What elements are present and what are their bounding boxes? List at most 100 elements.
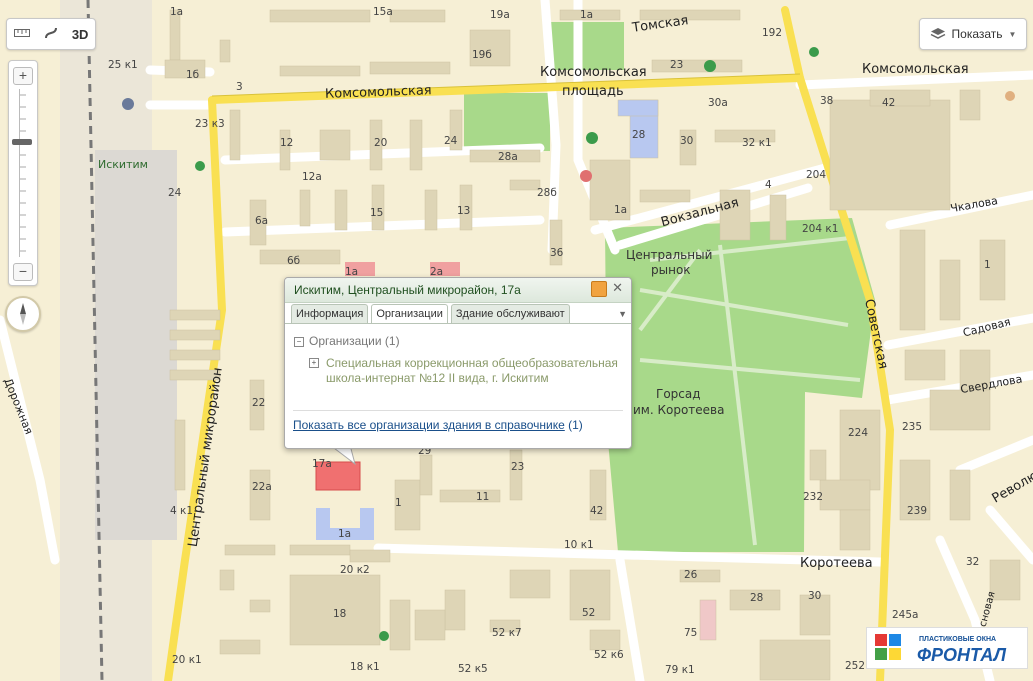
house-number: 52 [582, 607, 595, 619]
house-number: 224 [848, 427, 868, 439]
house-number: 20 [374, 137, 387, 149]
house-number: 204 [806, 169, 826, 181]
house-number: 12а [302, 171, 322, 183]
zoom-control: + − [8, 60, 38, 286]
house-number: 20 к1 [172, 654, 202, 666]
street-komsomolskaya-east: Комсомольская [862, 62, 969, 77]
place-icon[interactable] [1005, 91, 1015, 101]
house-number: 22а [252, 481, 272, 493]
ruler-icon[interactable] [13, 27, 30, 41]
house-number: 1а [580, 9, 593, 21]
layers-label: Показать [951, 27, 1003, 41]
compass-icon[interactable] [5, 296, 41, 332]
house-number: 17а [312, 458, 332, 470]
bus-station-icon[interactable] [122, 98, 134, 110]
tab-more-icon[interactable]: ▼ [618, 309, 627, 319]
house-number: 52 к7 [492, 627, 522, 639]
house-number: 1а [338, 528, 351, 540]
house-number: 3 [236, 81, 243, 93]
route-icon[interactable] [43, 25, 59, 44]
house-number: 32 к1 [742, 137, 772, 149]
advertisement-banner[interactable]: ПЛАСТИКОВЫЕ ОКНА ФРОНТАЛ [866, 627, 1028, 669]
house-number: 19б [472, 49, 492, 61]
popup-tabs: Информация Организации Здание обслуживаю… [291, 304, 570, 324]
house-number: 15 [370, 207, 383, 219]
house-number: 75 [684, 627, 697, 639]
house-number: 28б [537, 187, 557, 199]
3d-button[interactable]: 3D [72, 27, 89, 42]
house-number: 23 [670, 59, 683, 71]
museum-icon[interactable] [586, 132, 598, 144]
house-number: 245а [892, 609, 918, 621]
layers-icon [930, 28, 945, 39]
house-number: 4 к1 [170, 505, 193, 517]
popup-divider [293, 410, 623, 411]
show-all-orgs-link[interactable]: Показать все организации здания в справо… [293, 418, 565, 432]
building-info-popup: Искитим, Центральный микрорайон, 17а ✕ И… [284, 277, 632, 449]
zoom-slider-track[interactable] [19, 89, 26, 257]
tab-info[interactable]: Информация [291, 304, 369, 323]
zoom-ticks [20, 94, 26, 252]
house-number: 19а [490, 9, 510, 21]
square-park [464, 93, 550, 151]
shop-icon[interactable] [195, 161, 205, 171]
house-number: 1а [170, 6, 183, 18]
brand-tagline: ПЛАСТИКОВЫЕ ОКНА [919, 636, 997, 643]
bank-icon[interactable] [704, 60, 716, 72]
house-number: 235 [902, 421, 922, 433]
house-number: 38 [820, 95, 833, 107]
show-all-orgs: Показать все организации здания в справо… [293, 418, 583, 432]
show-all-orgs-count: (1) [568, 418, 583, 432]
close-icon[interactable]: ✕ [612, 280, 623, 296]
house-number: 192 [762, 27, 782, 39]
house-number: 22 [252, 397, 265, 409]
house-number: 26 [684, 569, 698, 581]
north-park [548, 22, 624, 70]
organizations-header-label: Организации (1) [309, 334, 400, 348]
house-number: 30 [808, 590, 821, 602]
house-number: 204 к1 [802, 223, 838, 235]
popup-title: Искитим, Центральный микрорайон, 17а [294, 283, 521, 297]
house-number: 4 [765, 179, 772, 191]
layers-button[interactable]: Показать ▼ [919, 18, 1027, 50]
organization-item[interactable]: + Специальная коррекционная общеобразова… [309, 356, 619, 386]
pin-icon[interactable] [591, 281, 607, 297]
house-number: 23 [511, 461, 524, 473]
place-gorsad-2: им. Коротеева [633, 403, 724, 417]
collapse-icon[interactable]: − [294, 337, 304, 347]
place-market-2: рынок [651, 263, 691, 277]
pharmacy-icon[interactable] [809, 47, 819, 57]
expand-icon[interactable]: + [309, 358, 319, 368]
post-office-icon[interactable] [580, 170, 592, 182]
house-number: 28 [750, 592, 763, 604]
house-number: 28 [632, 129, 645, 141]
house-number: 6а [255, 215, 268, 227]
house-number: 52 к6 [594, 649, 624, 661]
chevron-down-icon: ▼ [1008, 29, 1017, 39]
house-number: 24 [444, 135, 458, 147]
house-number: 18 к1 [350, 661, 380, 673]
house-number: 30 [680, 135, 693, 147]
street-komsomolskaya-center: Комсомольская [540, 65, 647, 80]
house-number: 1б [186, 69, 199, 81]
house-number: 79 к1 [665, 664, 695, 676]
house-number: 13 [457, 205, 470, 217]
house-number: 11 [476, 491, 489, 503]
organization-name[interactable]: Специальная коррекционная общеобразовате… [326, 356, 619, 386]
street-koroteeva: Коротеева [800, 556, 873, 571]
house-number: 232 [803, 491, 823, 503]
house-number: 30а [708, 97, 728, 109]
organizations-header[interactable]: − Организации (1) [294, 334, 400, 348]
zoom-slider-handle[interactable] [12, 139, 32, 145]
shop-icon[interactable] [379, 631, 389, 641]
tab-building-service[interactable]: Здание обслуживают [450, 304, 570, 323]
zoom-out-button[interactable]: − [13, 263, 33, 281]
house-number: 32 [966, 556, 979, 568]
house-number: 36 [550, 247, 564, 259]
house-number: 42 [590, 505, 603, 517]
house-number: 28а [498, 151, 518, 163]
place-market-1: Центральный [626, 248, 712, 262]
tab-organizations[interactable]: Организации [371, 304, 448, 324]
industrial-area [95, 150, 177, 540]
zoom-in-button[interactable]: + [13, 67, 33, 85]
